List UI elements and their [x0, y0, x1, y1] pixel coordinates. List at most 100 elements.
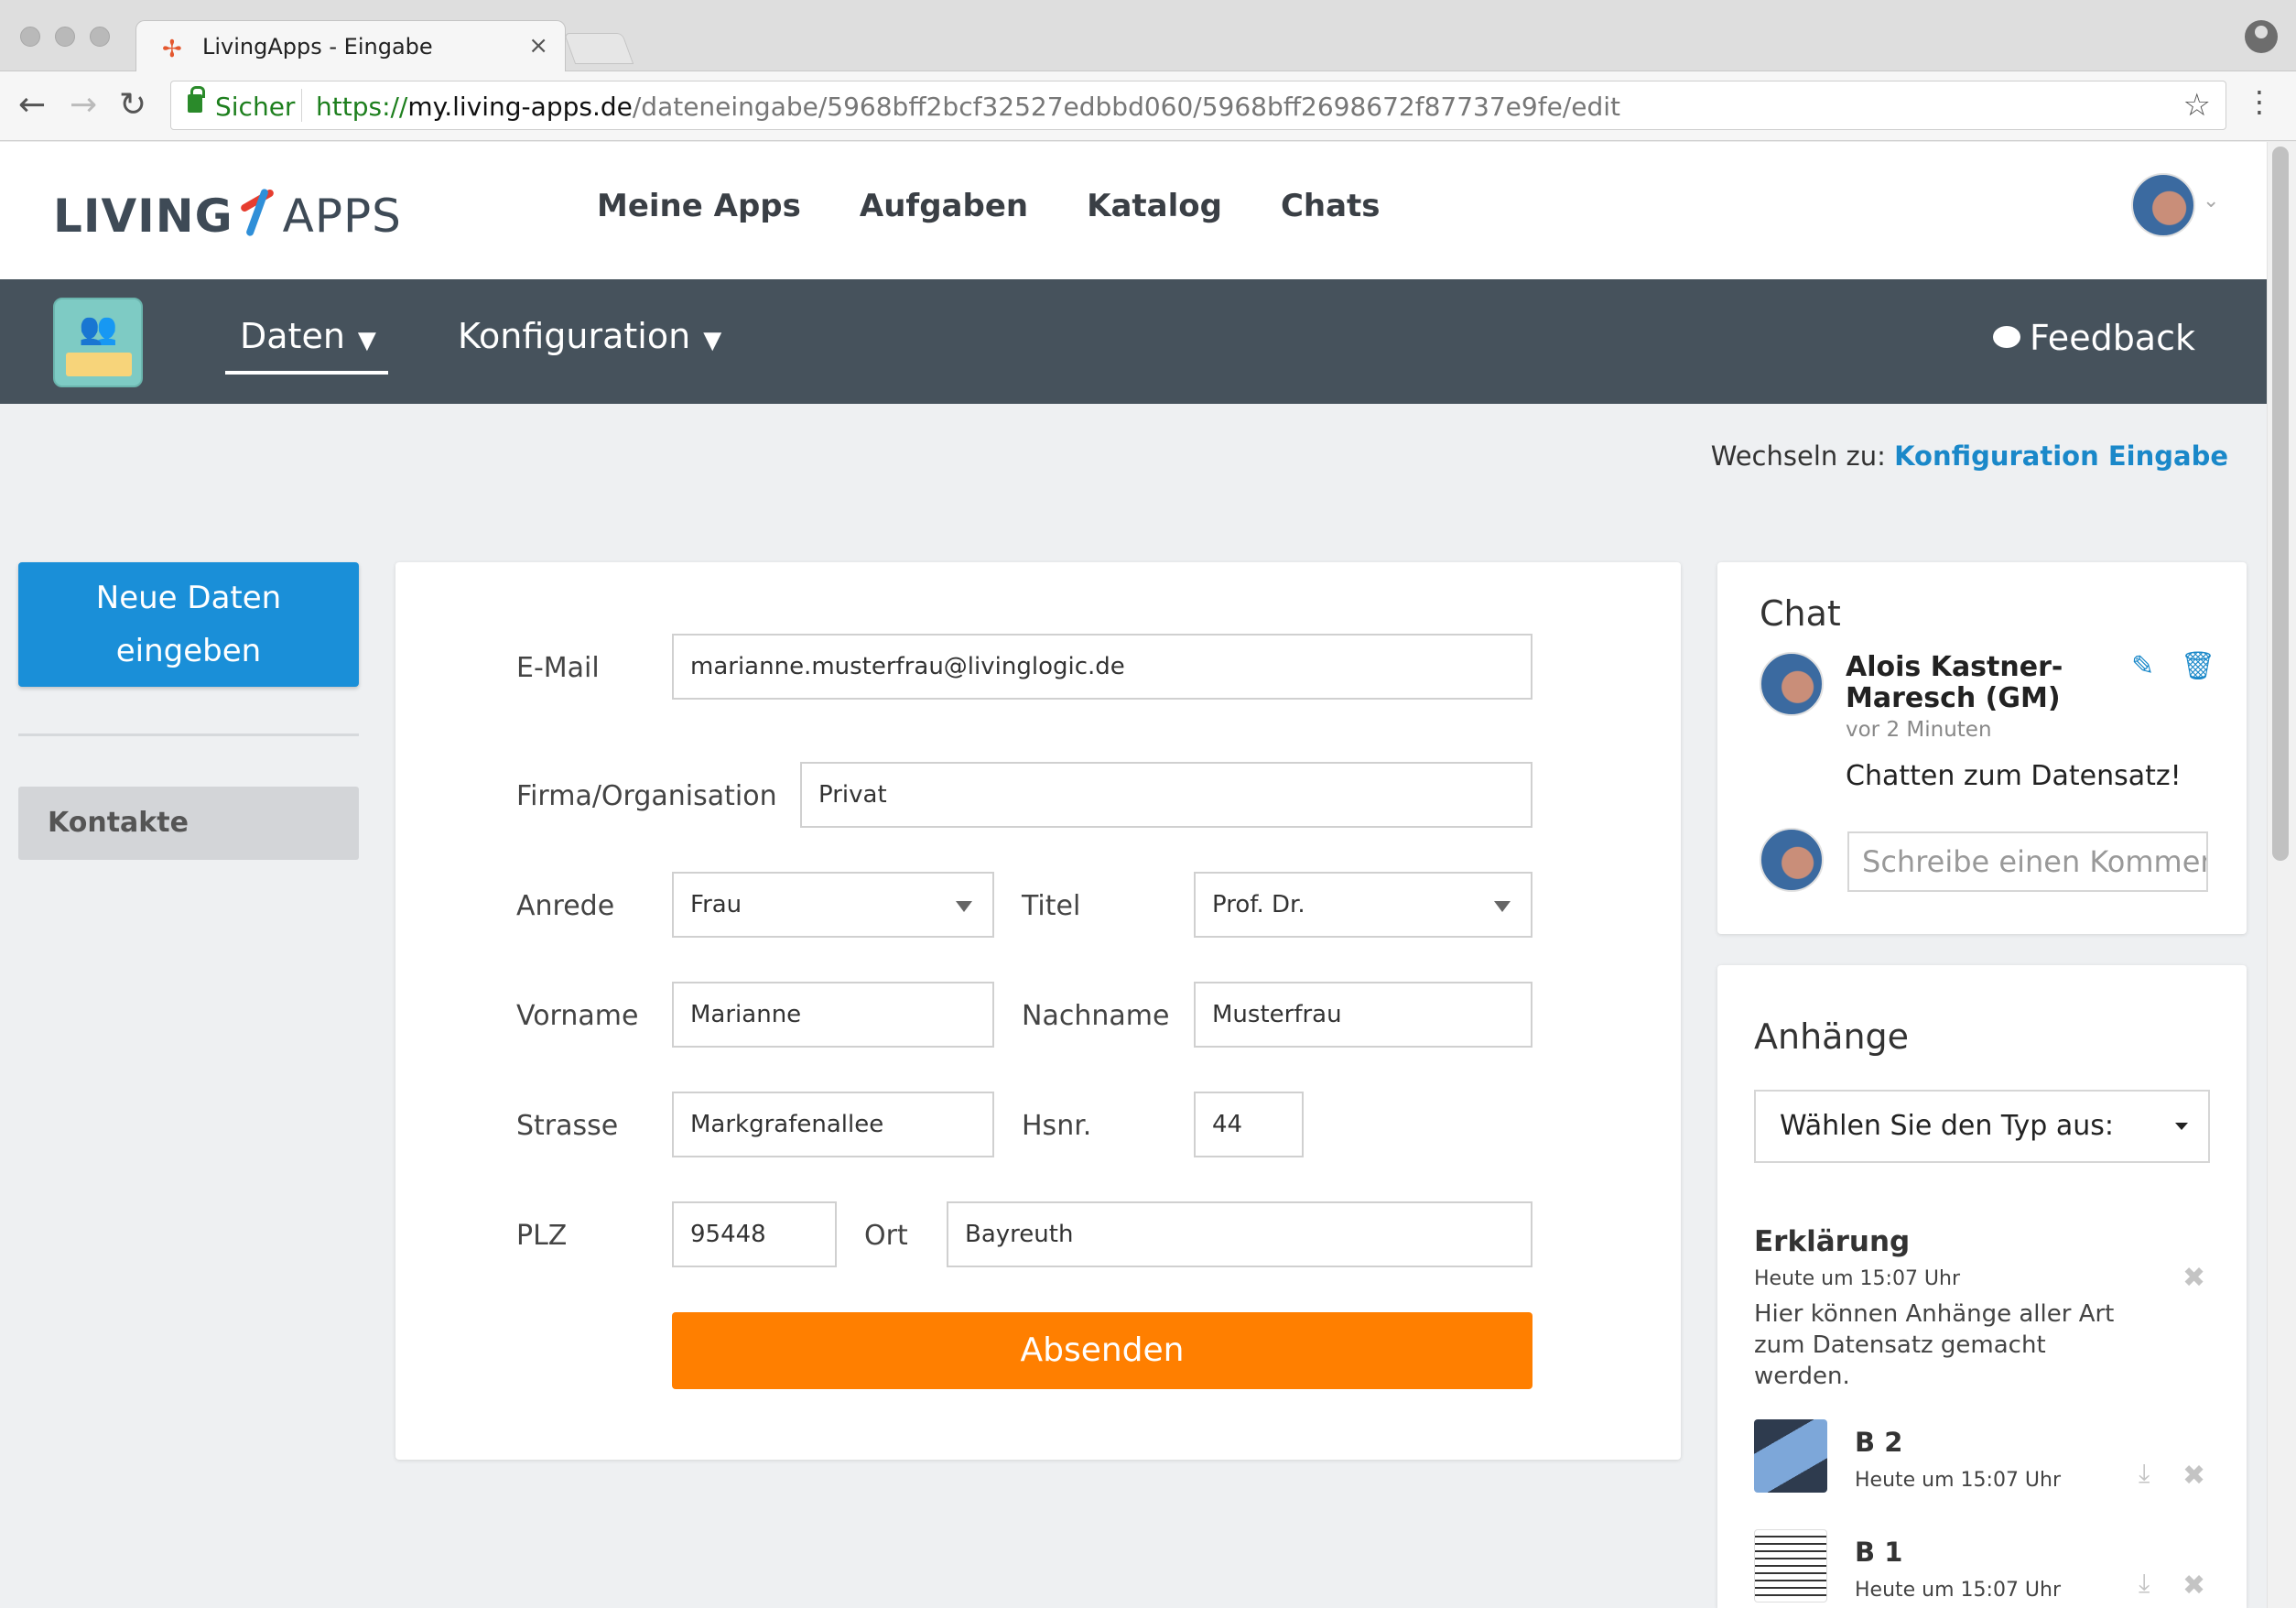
- file-name[interactable]: B 2: [1855, 1427, 1902, 1458]
- note-text: Hier können Anhänge aller Art zum Datens…: [1754, 1300, 2115, 1390]
- email-field[interactable]: marianne.musterfrau@livinglogic.de: [672, 634, 1532, 700]
- active-tab-underline: [225, 371, 388, 375]
- main-content: Wechseln zu: Konfiguration Eingabe Neue …: [0, 404, 2267, 1608]
- page-scrollbar-thumb[interactable]: [2272, 147, 2289, 861]
- chevron-down-icon: ▼: [703, 327, 722, 354]
- attachments-title: Anhänge: [1754, 1016, 1910, 1057]
- plz-field[interactable]: 95448: [672, 1201, 837, 1267]
- url-host: my.living-apps.de: [407, 92, 633, 122]
- tab-close-icon[interactable]: ×: [528, 32, 548, 60]
- tab-title: LivingApps - Eingabe: [202, 34, 433, 60]
- browser-profile-icon[interactable]: [2245, 20, 2278, 53]
- tab-daten[interactable]: Daten ▼: [240, 316, 376, 356]
- download-icon[interactable]: ⤓: [2139, 1458, 2150, 1489]
- hsnr-field[interactable]: 44: [1194, 1092, 1304, 1157]
- secure-label: Sicher: [215, 92, 296, 122]
- file-time: Heute um 15:07 Uhr: [1855, 1579, 2062, 1602]
- browser-titlebar: ✢ LivingApps - Eingabe ×: [0, 0, 2296, 73]
- nachname-label: Nachname: [1022, 1000, 1170, 1032]
- form-card: E-Mail marianne.musterfrau@livinglogic.d…: [395, 562, 1681, 1460]
- note-title: Erklärung: [1754, 1225, 1911, 1258]
- window-close-button[interactable]: [20, 27, 40, 47]
- url-text: https://my.living-apps.de/dateneingabe/5…: [316, 92, 1620, 122]
- ort-field[interactable]: Bayreuth: [947, 1201, 1532, 1267]
- speech-bubble-icon: [1993, 326, 2021, 348]
- vorname-field[interactable]: Marianne: [672, 982, 994, 1048]
- anrede-label: Anrede: [516, 890, 615, 922]
- new-data-button[interactable]: Neue Daten eingeben: [18, 562, 359, 687]
- switch-to: Wechseln zu: Konfiguration Eingabe: [1710, 440, 2228, 472]
- main-nav: Meine Apps Aufgaben Katalog Chats: [597, 188, 1381, 224]
- sidebar-divider: [18, 733, 359, 736]
- livingapps-logo[interactable]: LIVING APPS: [53, 188, 402, 243]
- feedback-button[interactable]: Feedback: [1993, 318, 2195, 358]
- edit-icon[interactable]: ✎: [2131, 650, 2154, 682]
- star-icon[interactable]: ☆: [2183, 87, 2211, 124]
- ort-label: Ort: [864, 1220, 908, 1252]
- reload-icon[interactable]: ↻: [119, 86, 146, 124]
- download-icon[interactable]: ⤓: [2139, 1568, 2150, 1599]
- browser-menu-icon[interactable]: ⋮: [2245, 84, 2274, 119]
- current-user-avatar: [1760, 828, 1824, 892]
- chat-card: Chat Alois Kastner- Maresch (GM) ✎ 🗑 vor …: [1717, 562, 2247, 934]
- file-name[interactable]: B 1: [1855, 1537, 1902, 1568]
- strasse-label: Strasse: [516, 1110, 619, 1142]
- plz-label: PLZ: [516, 1220, 568, 1252]
- hsnr-label: Hsnr.: [1022, 1110, 1092, 1142]
- titel-label: Titel: [1022, 890, 1081, 922]
- chat-time: vor 2 Minuten: [1846, 718, 1992, 742]
- url-separator: [301, 89, 302, 122]
- firma-label: Firma/Organisation: [516, 780, 777, 812]
- nav-aufgaben[interactable]: Aufgaben: [860, 188, 1028, 224]
- comment-input[interactable]: Schreibe einen Kommentar: [1847, 831, 2208, 892]
- nav-chats[interactable]: Chats: [1281, 188, 1381, 224]
- url-protocol: https://: [316, 92, 408, 122]
- new-tab-button[interactable]: [563, 33, 634, 64]
- window-minimize-button[interactable]: [55, 27, 75, 47]
- chat-author-avatar: [1760, 652, 1824, 716]
- delete-file-icon[interactable]: ✖: [2182, 1570, 2205, 1602]
- user-avatar[interactable]: [2131, 173, 2195, 237]
- browser-tab[interactable]: ✢ LivingApps - Eingabe ×: [135, 20, 566, 73]
- note-time: Heute um 15:07 Uhr: [1754, 1267, 1961, 1290]
- attachment-type-select[interactable]: Wählen Sie den Typ aus:: [1754, 1090, 2210, 1163]
- forward-icon[interactable]: →: [70, 86, 97, 124]
- chat-author: Alois Kastner- Maresch (GM): [1846, 651, 2063, 714]
- titel-select[interactable]: Prof. Dr.: [1194, 872, 1532, 938]
- firma-field[interactable]: Privat: [800, 762, 1532, 828]
- tab-konfiguration[interactable]: Konfiguration ▼: [458, 316, 721, 356]
- app-icon[interactable]: 👥: [53, 298, 143, 387]
- user-menu-chevron-icon[interactable]: ⌄: [2203, 190, 2219, 212]
- app-subnav: 👥 Daten ▼ Konfiguration ▼ Feedback: [0, 279, 2267, 404]
- window-zoom-button[interactable]: [90, 27, 110, 47]
- nachname-field[interactable]: Musterfrau: [1194, 982, 1532, 1048]
- trash-icon[interactable]: 🗑: [2181, 650, 2215, 682]
- people-icon: 👥: [79, 310, 118, 347]
- submit-button[interactable]: Absenden: [672, 1312, 1532, 1389]
- nav-meine-apps[interactable]: Meine Apps: [597, 188, 801, 224]
- sheet-icon: [66, 353, 132, 376]
- attachments-card: Anhänge Wählen Sie den Typ aus: Erklärun…: [1717, 965, 2247, 1608]
- lock-icon: [188, 86, 205, 113]
- vorname-label: Vorname: [516, 1000, 639, 1032]
- url-path: /dateneingabe/5968bff2bcf32527edbbd060/5…: [632, 92, 1620, 122]
- sidebar-item-kontakte[interactable]: Kontakte: [18, 787, 359, 860]
- strasse-field[interactable]: Markgrafenallee: [672, 1092, 994, 1157]
- browser-toolbar: ← → ↻ Sicher https://my.living-apps.de/d…: [0, 71, 2296, 141]
- delete-note-icon[interactable]: ✖: [2182, 1262, 2205, 1294]
- file-thumbnail[interactable]: [1754, 1529, 1827, 1603]
- livingapps-favicon-icon: ✢: [162, 36, 182, 63]
- file-thumbnail[interactable]: [1754, 1419, 1827, 1493]
- anrede-select[interactable]: Frau: [672, 872, 994, 938]
- delete-file-icon[interactable]: ✖: [2182, 1460, 2205, 1492]
- chat-title: Chat: [1760, 593, 1841, 634]
- chat-message: Chatten zum Datensatz!: [1846, 760, 2182, 792]
- back-icon[interactable]: ←: [18, 86, 46, 124]
- switch-link[interactable]: Konfiguration Eingabe: [1894, 440, 2228, 472]
- email-label: E-Mail: [516, 652, 600, 684]
- address-bar[interactable]: Sicher https://my.living-apps.de/datenei…: [170, 81, 2226, 130]
- nav-katalog[interactable]: Katalog: [1087, 188, 1222, 224]
- chevron-down-icon: ▼: [357, 327, 376, 354]
- logo-mark-icon: [233, 188, 283, 237]
- file-time: Heute um 15:07 Uhr: [1855, 1469, 2062, 1492]
